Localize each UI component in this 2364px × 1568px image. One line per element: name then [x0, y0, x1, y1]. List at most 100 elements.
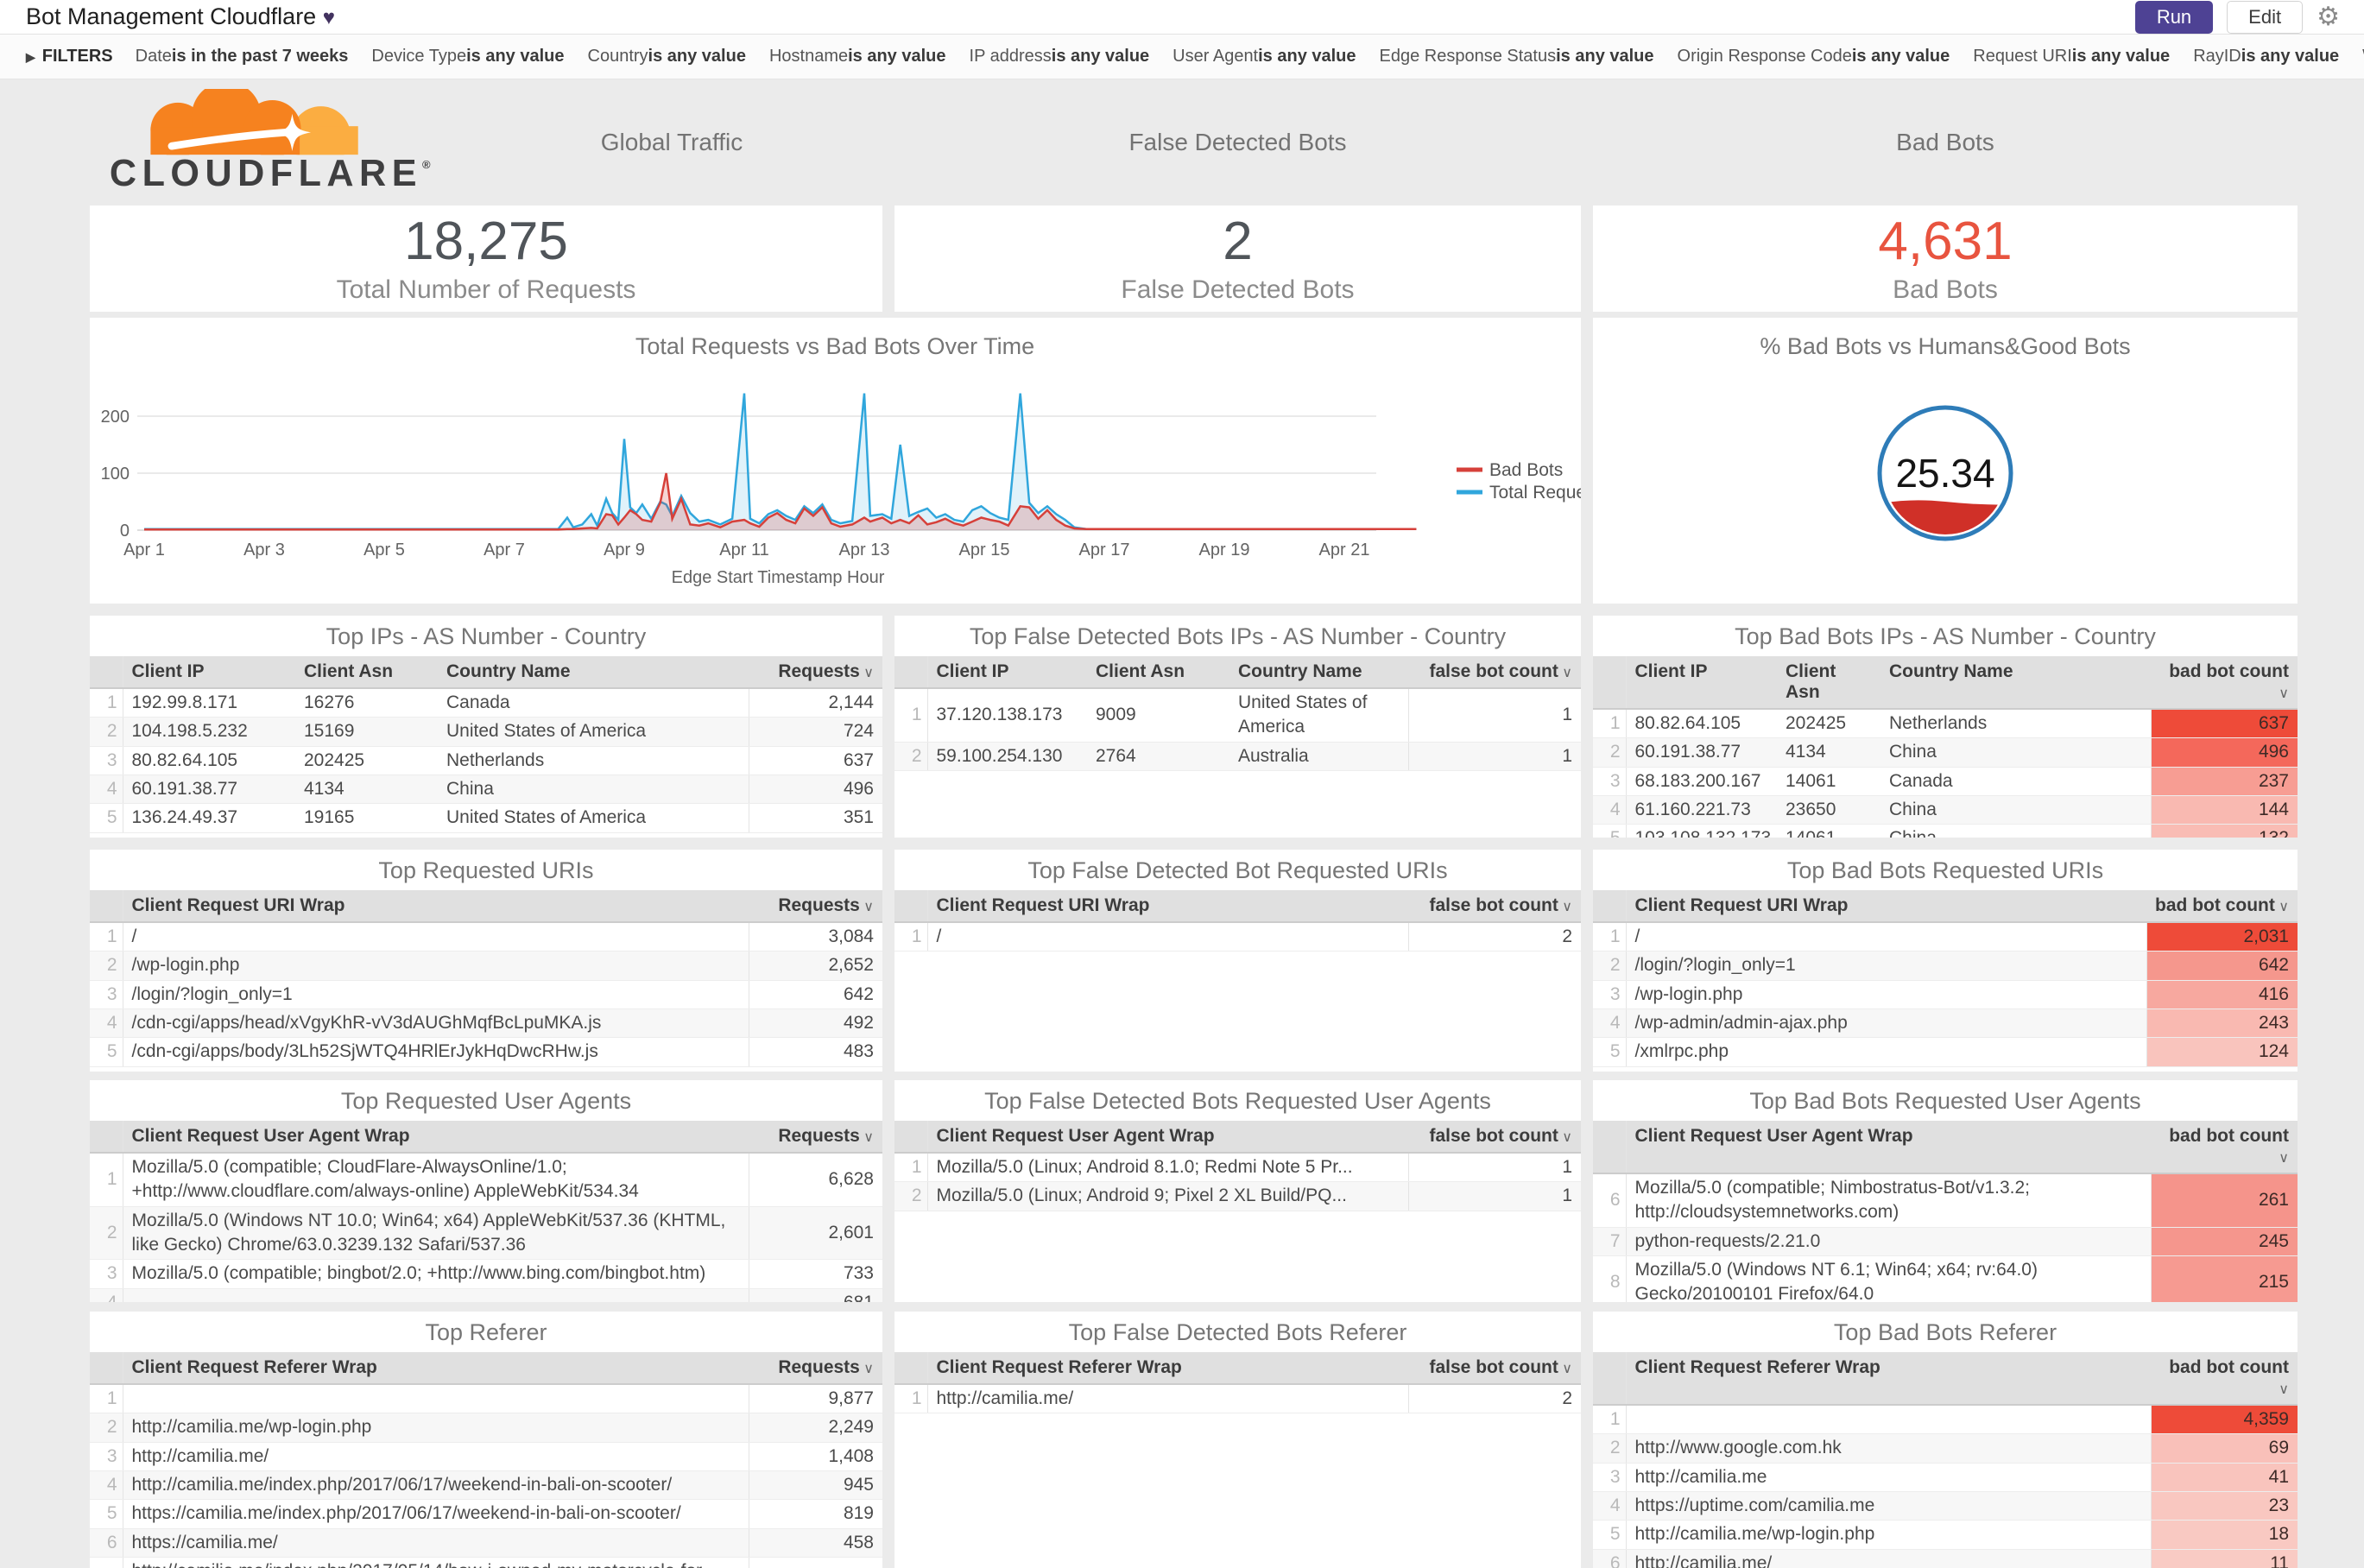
table-cell[interactable]: 496 — [748, 775, 882, 805]
column-header[interactable]: false bot count ∨ — [1408, 890, 1581, 923]
table-cell[interactable]: python-requests/2.21.0 — [1626, 1227, 2151, 1257]
table-cell[interactable]: Netherlands — [438, 746, 749, 776]
table-cell[interactable]: 136.24.49.37 — [123, 803, 295, 833]
table-cell[interactable]: 23650 — [1777, 795, 1880, 825]
column-header[interactable]: Client Asn — [1087, 656, 1229, 689]
table-cell[interactable]: 192.99.8.171 — [123, 688, 295, 718]
table-cell[interactable]: 483 — [748, 1037, 882, 1067]
table-cell[interactable]: /login/?login_only=1 — [1626, 951, 2146, 981]
column-header[interactable]: Client IP — [123, 656, 295, 689]
table-cell[interactable]: /wp-admin/admin-ajax.php — [1626, 1008, 2146, 1039]
column-header[interactable]: Client Request User Agent Wrap — [1626, 1121, 2151, 1174]
filter-item-request-uri[interactable]: Request URIis any value — [1973, 47, 2170, 66]
table-cell[interactable]: 681 — [748, 1288, 882, 1302]
column-header[interactable]: Client Request Referer Wrap — [123, 1352, 749, 1385]
table-cell[interactable]: 124 — [2146, 1037, 2298, 1067]
table-cell[interactable]: 9,877 — [748, 1384, 882, 1414]
table-cell[interactable]: 819 — [748, 1499, 882, 1529]
table-cell[interactable]: 15169 — [295, 717, 438, 747]
table-cell[interactable]: /cdn-cgi/apps/head/xVgyKhR-vV3dAUGhMqfBc… — [123, 1008, 749, 1039]
table-cell[interactable]: http://camilia.me/ — [1626, 1549, 2151, 1568]
table-cell[interactable]: 144 — [2150, 795, 2298, 825]
table-cell[interactable]: 23 — [2150, 1491, 2298, 1521]
table-cell[interactable]: http://camilia.me/ — [927, 1384, 1408, 1414]
table-cell[interactable]: 284 — [748, 1557, 882, 1568]
table-cell[interactable]: 1 — [1407, 688, 1581, 743]
column-header[interactable]: false bot count ∨ — [1408, 1121, 1581, 1154]
table-cell[interactable]: United States of America — [438, 717, 749, 747]
filters-toggle[interactable]: ▶ FILTERS — [26, 47, 113, 66]
table-cell[interactable]: 19165 — [295, 803, 438, 833]
table-cell[interactable]: /wp-login.php — [1626, 980, 2146, 1010]
table-cell[interactable]: 4,359 — [2150, 1405, 2298, 1435]
table-cell[interactable]: /cdn-cgi/apps/body/3Lh52SjWTQ4HRlErJykHq… — [123, 1037, 749, 1067]
table-cell[interactable]: 2,652 — [748, 951, 882, 981]
gear-icon[interactable]: ⚙ — [2317, 2, 2340, 32]
table-cell[interactable]: 60.191.38.77 — [1626, 737, 1777, 768]
column-header[interactable]: Client IP — [927, 656, 1087, 689]
filter-item-rayid[interactable]: RayIDis any value — [2193, 47, 2339, 66]
column-header[interactable]: bad bot count ∨ — [2151, 1352, 2298, 1406]
table-cell[interactable]: / — [1626, 922, 2146, 952]
table-cell[interactable]: 14061 — [1777, 824, 1880, 838]
table-cell[interactable]: / — [927, 922, 1408, 952]
table-cell[interactable]: 724 — [748, 717, 882, 747]
table-cell[interactable]: United States of America — [1229, 688, 1408, 743]
table-cell[interactable]: 18 — [2150, 1520, 2298, 1550]
table-cell[interactable]: 245 — [2150, 1227, 2298, 1257]
table-cell[interactable]: 69 — [2150, 1433, 2298, 1464]
table-cell[interactable]: http://camilia.me/ — [123, 1442, 749, 1472]
column-header[interactable]: Client Request URI Wrap — [927, 890, 1408, 923]
table-cell[interactable]: 416 — [2146, 980, 2298, 1010]
table-cell[interactable]: 237 — [2150, 767, 2298, 797]
table-cell[interactable]: 2,249 — [748, 1413, 882, 1443]
table-cell[interactable]: Australia — [1229, 742, 1408, 772]
table-cell[interactable]: 2 — [1407, 922, 1581, 952]
table-cell[interactable]: 103.108.132.173 — [1626, 824, 1777, 838]
column-header[interactable]: Country Name — [1880, 656, 2151, 710]
table-cell[interactable]: 202425 — [295, 746, 438, 776]
column-header[interactable]: Country Name — [438, 656, 749, 689]
table-cell[interactable]: 80.82.64.105 — [1626, 709, 1777, 739]
table-cell[interactable]: 4134 — [1777, 737, 1880, 768]
table-cell[interactable]: 2,144 — [748, 688, 882, 718]
table-cell[interactable]: 642 — [748, 980, 882, 1010]
table-cell[interactable]: 202425 — [1777, 709, 1880, 739]
table-cell[interactable]: 1 — [1407, 1181, 1581, 1211]
table-cell[interactable]: 9009 — [1087, 688, 1229, 743]
filter-item-device-type[interactable]: Device Typeis any value — [371, 47, 564, 66]
table-cell[interactable]: Canada — [438, 688, 749, 718]
table-cell[interactable] — [1626, 1405, 2151, 1435]
table-cell[interactable]: / — [123, 922, 749, 952]
table-cell[interactable]: 68.183.200.167 — [1626, 767, 1777, 797]
table-cell[interactable]: 37.120.138.173 — [927, 688, 1087, 743]
table-cell[interactable]: 11 — [2150, 1549, 2298, 1568]
table-cell[interactable]: China — [1880, 737, 2151, 768]
table-cell[interactable]: 14061 — [1777, 767, 1880, 797]
table-cell[interactable]: 80.82.64.105 — [123, 746, 295, 776]
table-cell[interactable]: 637 — [2150, 709, 2298, 739]
filter-item-user-agent[interactable]: User Agentis any value — [1173, 47, 1356, 66]
column-header[interactable]: bad bot count ∨ — [2151, 656, 2298, 710]
column-header[interactable]: Client IP — [1626, 656, 1777, 710]
table-cell[interactable]: 3,084 — [748, 922, 882, 952]
table-cell[interactable]: Mozilla/5.0 (Windows NT 6.1; Win64; x64;… — [1626, 1255, 2151, 1302]
table-cell[interactable]: 2 — [1407, 1384, 1581, 1414]
table-cell[interactable]: /login/?login_only=1 — [123, 980, 749, 1010]
table-cell[interactable]: 104.198.5.232 — [123, 717, 295, 747]
edit-button[interactable]: Edit — [2227, 0, 2304, 34]
filter-item-ip-address[interactable]: IP addressis any value — [970, 47, 1150, 66]
filter-item-country[interactable]: Countryis any value — [588, 47, 746, 66]
run-button[interactable]: Run — [2134, 0, 2214, 34]
table-cell[interactable]: 637 — [748, 746, 882, 776]
table-cell[interactable] — [123, 1384, 749, 1414]
table-cell[interactable]: http://www.google.com.hk — [1626, 1433, 2151, 1464]
table-cell[interactable]: China — [1880, 795, 2151, 825]
column-header[interactable]: Client Request URI Wrap — [1626, 890, 2146, 923]
table-cell[interactable]: Canada — [1880, 767, 2151, 797]
table-cell[interactable]: 16276 — [295, 688, 438, 718]
table-cell[interactable]: 1,408 — [748, 1442, 882, 1472]
filter-item-date[interactable]: Dateis in the past 7 weeks — [136, 47, 349, 66]
column-header[interactable]: Client Request User Agent Wrap — [123, 1121, 749, 1154]
table-cell[interactable]: https://camilia.me/ — [123, 1528, 749, 1559]
